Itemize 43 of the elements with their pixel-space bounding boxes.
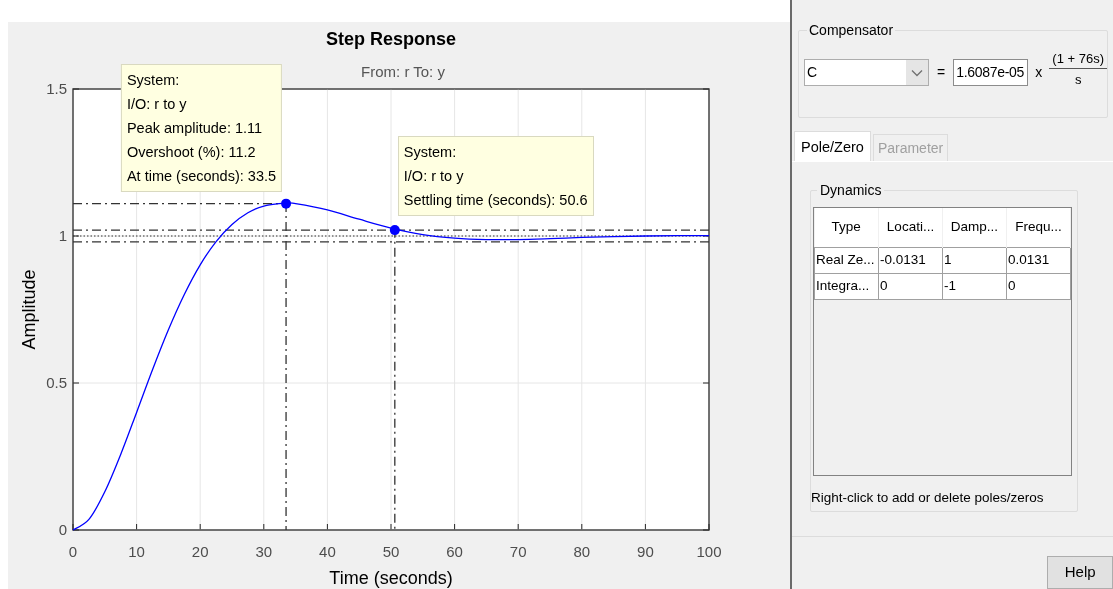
multiply-sign: x <box>1035 63 1043 82</box>
tick-label: 10 <box>128 543 145 560</box>
tick-label: 0 <box>68 543 78 560</box>
numerator: (1 + 76s) <box>1052 50 1104 68</box>
table-cell: Real Ze... <box>814 247 879 273</box>
chart-title: Step Response <box>326 29 456 49</box>
table-cell: 0.0131 <box>1006 247 1071 273</box>
y-axis-label: Amplitude <box>19 269 39 350</box>
hint-text: Right-click to add or delete poles/zeros <box>811 489 1045 507</box>
fraction-line <box>1049 68 1108 69</box>
column-header[interactable]: Damp... <box>942 208 1007 247</box>
data-point-marker <box>389 225 400 236</box>
equals-sign: = <box>937 63 946 82</box>
tick-label: 30 <box>255 543 273 560</box>
data-point-marker <box>281 198 292 209</box>
tick-label: 0 <box>58 521 67 538</box>
tab[interactable]: Pole/Zero <box>794 131 871 161</box>
tick-label: 70 <box>509 543 527 560</box>
column-header[interactable]: Frequ... <box>1006 208 1071 247</box>
column-header[interactable]: Locati... <box>878 208 943 247</box>
gain-field[interactable]: 1.6087e-05 <box>953 59 1029 86</box>
chevron-down-icon <box>911 68 923 77</box>
table-cell: 1 <box>942 247 1007 273</box>
x-axis-label: Time (seconds) <box>329 568 453 588</box>
tick-label: 60 <box>446 543 463 560</box>
compensator-dropdown[interactable]: C <box>804 59 929 86</box>
help-button[interactable]: Help <box>1047 556 1113 589</box>
tick-label: 90 <box>637 543 654 560</box>
denominator: s <box>1074 71 1082 89</box>
tick-label: 100 <box>696 543 722 560</box>
tick-label: 50 <box>382 543 400 560</box>
tick-label: 80 <box>573 543 591 560</box>
tick-label: 1 <box>58 227 67 244</box>
column-header[interactable]: Type <box>814 208 879 247</box>
tick-label: 1.5 <box>46 80 67 97</box>
datatip: System: I/O: r to y Settling time (seconds): 50.6 <box>397 136 594 217</box>
table-cell: -0.0131 <box>878 247 943 273</box>
chart-subtitle: From: r To: y <box>361 63 445 80</box>
tick-label: 40 <box>319 543 336 560</box>
datatip: System: I/O: r to y Peak amplitude: 1.11 Overshoot (%): 11.2 At time (seconds): 33.5 <box>120 63 283 192</box>
tick-label: 20 <box>191 543 209 560</box>
table-cell: Integra... <box>814 273 879 299</box>
tick-label: 0.5 <box>46 374 67 391</box>
